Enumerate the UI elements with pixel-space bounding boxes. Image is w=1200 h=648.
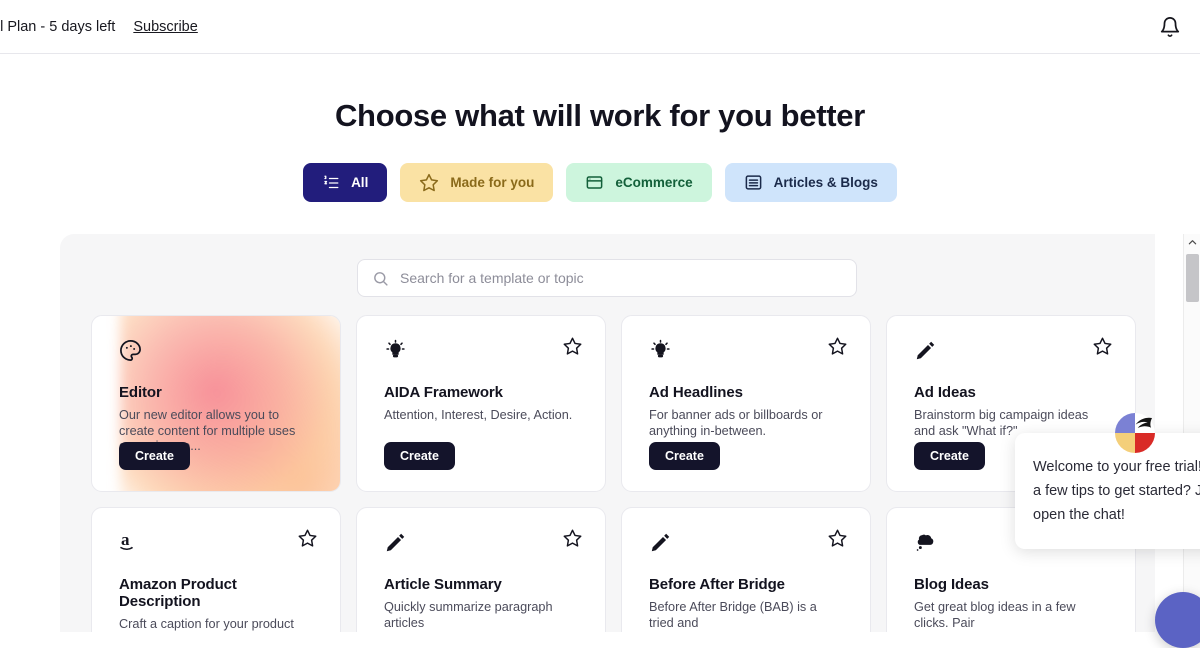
- thought-bubble-icon: [916, 534, 934, 551]
- bell-icon: [1160, 16, 1180, 37]
- search-icon: [374, 271, 388, 286]
- chat-message-line-1: Welcome to your free trial!: [1033, 459, 1200, 475]
- chat-message-line-3: open the chat!: [1033, 507, 1125, 523]
- filter-chip-ecommerce[interactable]: eCommerce: [566, 163, 712, 202]
- filter-chip-all[interactable]: All: [303, 163, 388, 202]
- amazon-icon: a: [120, 530, 133, 550]
- category-filter-bar: All Made for you eCommerce Articles & Bl…: [0, 163, 1200, 202]
- filter-chip-ecommerce-label: eCommerce: [615, 175, 693, 190]
- card-icon-wrap: a: [119, 529, 313, 555]
- create-button[interactable]: Create: [119, 442, 190, 470]
- search-input[interactable]: [400, 270, 842, 286]
- palette-icon: [120, 339, 141, 361]
- favorite-star-button[interactable]: [1092, 336, 1113, 357]
- lightbulb-icon: [386, 339, 405, 357]
- create-button[interactable]: Create: [384, 442, 455, 470]
- create-button[interactable]: Create: [649, 442, 720, 470]
- pencil-icon: [916, 341, 935, 359]
- scrollbar-thumb[interactable]: [1186, 254, 1199, 302]
- card-icon-wrap: [119, 337, 313, 363]
- card-title: Amazon Product Description: [119, 576, 237, 610]
- page-title: Choose what will work for you better: [334, 98, 866, 133]
- star-icon: [298, 529, 317, 547]
- template-card[interactable]: Before After Bridge Before After Bridge …: [621, 507, 871, 632]
- star-icon: [420, 173, 439, 191]
- star-icon: [828, 529, 847, 547]
- card-title: AIDA Framework: [384, 384, 503, 401]
- card-description: Quickly summarize paragraph articles: [384, 600, 553, 630]
- browser-window-icon: [586, 176, 603, 189]
- template-card[interactable]: Article Summary Quickly summarize paragr…: [356, 507, 606, 632]
- pencil-icon: [386, 533, 405, 551]
- favorite-star-button[interactable]: [562, 528, 583, 549]
- ordered-list-icon: [324, 175, 339, 188]
- card-icon-wrap: [384, 337, 578, 363]
- chat-brand-logo: [1111, 409, 1159, 457]
- lightbulb-icon: [651, 339, 670, 357]
- favorite-star-button[interactable]: [827, 528, 848, 549]
- template-browser-panel: Editor Our new editor allows you to crea…: [60, 234, 1155, 632]
- brand-leaf-logo: [1115, 413, 1155, 453]
- favorite-star-button[interactable]: [297, 528, 318, 549]
- filter-chip-made-for-you[interactable]: Made for you: [400, 163, 554, 202]
- list-lines-icon: [745, 175, 762, 190]
- template-card[interactable]: Editor Our new editor allows you to crea…: [91, 315, 341, 492]
- card-description: Craft a caption for your product: [119, 617, 294, 631]
- create-button[interactable]: Create: [914, 442, 985, 470]
- favorite-star-button[interactable]: [562, 336, 583, 357]
- card-description: Before After Bridge (BAB) is a tried and: [649, 600, 817, 630]
- chat-welcome-tooltip[interactable]: Welcome to your free trial! a few tips t…: [1015, 433, 1200, 549]
- favorite-star-button[interactable]: [827, 336, 848, 357]
- card-icon-wrap: [649, 337, 843, 363]
- chat-launcher-button[interactable]: [1155, 592, 1200, 648]
- scroll-up-button[interactable]: [1184, 234, 1200, 251]
- template-card-grid: Editor Our new editor allows you to crea…: [91, 315, 1139, 632]
- template-card[interactable]: a Amazon Product Description Craft a cap…: [91, 507, 341, 632]
- template-card[interactable]: AIDA Framework Attention, Interest, Desi…: [356, 315, 606, 492]
- card-title: Before After Bridge: [649, 576, 785, 593]
- card-description: For banner ads or billboards or anything…: [649, 408, 823, 438]
- card-title: Article Summary: [384, 576, 502, 593]
- card-title: Ad Ideas: [914, 384, 976, 401]
- star-icon: [563, 529, 582, 547]
- pencil-icon: [651, 533, 670, 551]
- card-icon-wrap: [914, 337, 1108, 363]
- subscribe-link[interactable]: Subscribe: [133, 19, 197, 35]
- trial-status-text: al Plan - 5 days left: [0, 18, 116, 35]
- svg-text:a: a: [121, 530, 130, 549]
- card-icon-wrap: [384, 529, 578, 555]
- card-title: Editor: [119, 384, 162, 401]
- star-icon: [563, 337, 582, 355]
- notification-bell-button[interactable]: [1152, 9, 1188, 45]
- star-icon: [1093, 337, 1112, 355]
- filter-chip-made-for-you-label: Made for you: [450, 175, 535, 190]
- card-icon-wrap: [649, 529, 843, 555]
- card-title: Ad Headlines: [649, 384, 743, 401]
- filter-chip-all-label: All: [351, 175, 369, 190]
- card-description: Get great blog ideas in a few clicks. Pa…: [914, 600, 1076, 630]
- search-bar: [357, 259, 857, 297]
- chat-message-line-2: a few tips to get started? Ju: [1033, 483, 1200, 499]
- search-box[interactable]: [357, 259, 857, 297]
- star-icon: [828, 337, 847, 355]
- template-card[interactable]: Ad Headlines For banner ads or billboard…: [621, 315, 871, 492]
- card-title: Blog Ideas: [914, 576, 989, 593]
- chevron-up-icon: [1188, 240, 1197, 245]
- filter-chip-articles-blogs-label: Articles & Blogs: [773, 175, 878, 190]
- card-description: Attention, Interest, Desire, Action.: [384, 408, 573, 422]
- top-bar: al Plan - 5 days left Subscribe: [0, 0, 1200, 54]
- filter-chip-articles-blogs[interactable]: Articles & Blogs: [724, 163, 897, 202]
